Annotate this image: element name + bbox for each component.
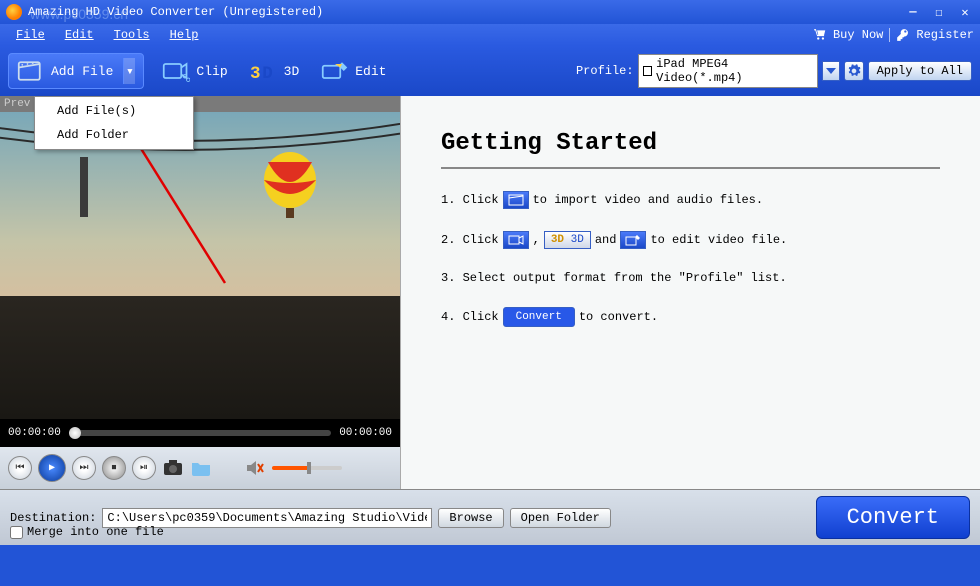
step-4-text-b: to convert. — [579, 310, 658, 324]
profile-value: iPad MPEG4 Video(*.mp4) — [656, 57, 812, 85]
clip-icon — [162, 59, 190, 83]
step-2: 2. Click , 3D 3D and to edit video file. — [441, 231, 940, 249]
folder-button[interactable] — [190, 459, 212, 477]
mini-edit-icon — [620, 231, 646, 249]
step-2-text-a: 2. Click — [441, 233, 499, 247]
mini-3d-icon: 3D 3D — [544, 231, 591, 249]
mini-clip-icon — [503, 231, 529, 249]
stop-button[interactable]: ⏹ — [102, 456, 126, 480]
step-4: 4. Click Convert to convert. — [441, 307, 940, 327]
step-1-text-b: to import video and audio files. — [533, 193, 763, 207]
step-button[interactable]: ⏯ — [132, 456, 156, 480]
titlebar: Amazing HD Video Converter (Unregistered… — [0, 0, 980, 24]
cart-icon — [813, 28, 827, 42]
3d-icon: 3D — [250, 59, 278, 83]
edit-button[interactable]: Edit — [317, 55, 390, 87]
buy-now-link[interactable]: Buy Now — [833, 28, 883, 42]
add-file-dropdown-arrow[interactable]: ▾ — [123, 58, 135, 84]
convert-button[interactable]: Convert — [816, 496, 970, 539]
3d-button[interactable]: 3D 3D — [246, 55, 304, 87]
destination-label: Destination: — [10, 511, 96, 525]
edit-label: Edit — [355, 64, 386, 79]
mini-add-file-icon — [503, 191, 529, 209]
player-controls: ⏮ ▶ ⏭ ⏹ ⏯ — [0, 447, 400, 489]
profile-dropdown-arrow[interactable] — [822, 61, 840, 81]
volume-thumb[interactable] — [307, 462, 311, 474]
menubar: File Edit Tools Help Buy Now Register — [0, 24, 980, 46]
volume-slider[interactable] — [272, 466, 342, 470]
menu-edit[interactable]: Edit — [55, 26, 104, 44]
step-2-text-d: to edit video file. — [650, 233, 787, 247]
key-icon — [896, 28, 910, 42]
bottom-panel: Destination: Browse Open Folder Merge in… — [0, 489, 980, 545]
time-bar: 00:00:00 00:00:00 — [0, 419, 400, 447]
play-button[interactable]: ▶ — [38, 454, 66, 482]
mute-button[interactable] — [244, 459, 266, 477]
seek-slider[interactable] — [69, 430, 331, 436]
add-file-button[interactable]: Add File ▾ — [8, 53, 144, 89]
separator — [889, 28, 890, 42]
next-button[interactable]: ⏭ — [72, 456, 96, 480]
prev-button[interactable]: ⏮ — [8, 456, 32, 480]
edit-icon — [321, 59, 349, 83]
app-logo-icon — [6, 4, 22, 20]
profile-select[interactable]: iPad MPEG4 Video(*.mp4) — [638, 54, 818, 88]
settings-button[interactable] — [844, 61, 864, 81]
register-link[interactable]: Register — [916, 28, 974, 42]
window-title: Amazing HD Video Converter (Unregistered… — [28, 5, 323, 19]
clip-button[interactable]: Clip — [158, 55, 231, 87]
step-4-text-a: 4. Click — [441, 310, 499, 324]
right-pane: Getting Started 1. Click to import video… — [400, 96, 980, 489]
device-icon — [643, 66, 653, 76]
seek-thumb[interactable] — [69, 427, 81, 439]
merge-label: Merge into one file — [27, 525, 164, 539]
profile-label: Profile: — [576, 64, 634, 78]
getting-started-title: Getting Started — [441, 120, 940, 169]
menu-file[interactable]: File — [6, 26, 55, 44]
content-area: Prev 00:00:00 00:00:00 ⏮ ▶ ⏭ ⏹ — [0, 96, 980, 489]
balloon-icon — [260, 152, 320, 232]
clip-label: Clip — [196, 64, 227, 79]
minimize-button[interactable]: — — [904, 5, 922, 20]
apply-to-all-button[interactable]: Apply to All — [868, 61, 972, 81]
step-1: 1. Click to import video and audio files… — [441, 191, 940, 209]
svg-text:3: 3 — [250, 64, 261, 83]
film-add-icon — [17, 59, 45, 83]
maximize-button[interactable]: ☐ — [930, 5, 948, 20]
video-preview — [0, 112, 400, 419]
mini-convert-button: Convert — [503, 307, 575, 327]
gear-icon — [847, 64, 861, 78]
time-total: 00:00:00 — [339, 427, 392, 439]
step-2-and: and — [595, 233, 617, 247]
step-1-text-a: 1. Click — [441, 193, 499, 207]
dropdown-add-folder[interactable]: Add Folder — [37, 123, 191, 147]
menu-tools[interactable]: Tools — [104, 26, 160, 44]
step-2-comma: , — [533, 233, 540, 247]
add-file-dropdown-menu: Add File(s) Add Folder — [34, 96, 194, 150]
toolbar: Add File ▾ Clip 3D 3D Edit Profile: iPad… — [0, 46, 980, 96]
add-file-label: Add File — [51, 64, 113, 79]
step-3-text: 3. Select output format from the "Profil… — [441, 271, 787, 285]
snapshot-button[interactable] — [162, 459, 184, 477]
close-button[interactable]: ✕ — [956, 5, 974, 20]
3d-label: 3D — [284, 64, 300, 79]
svg-text:D: D — [262, 64, 273, 83]
step-3: 3. Select output format from the "Profil… — [441, 271, 940, 285]
open-folder-button[interactable]: Open Folder — [510, 508, 611, 528]
time-current: 00:00:00 — [8, 427, 61, 439]
left-pane: Prev 00:00:00 00:00:00 ⏮ ▶ ⏭ ⏹ — [0, 96, 400, 489]
browse-button[interactable]: Browse — [438, 508, 503, 528]
merge-checkbox[interactable] — [10, 526, 23, 539]
dropdown-add-files[interactable]: Add File(s) — [37, 99, 191, 123]
menu-help[interactable]: Help — [160, 26, 209, 44]
